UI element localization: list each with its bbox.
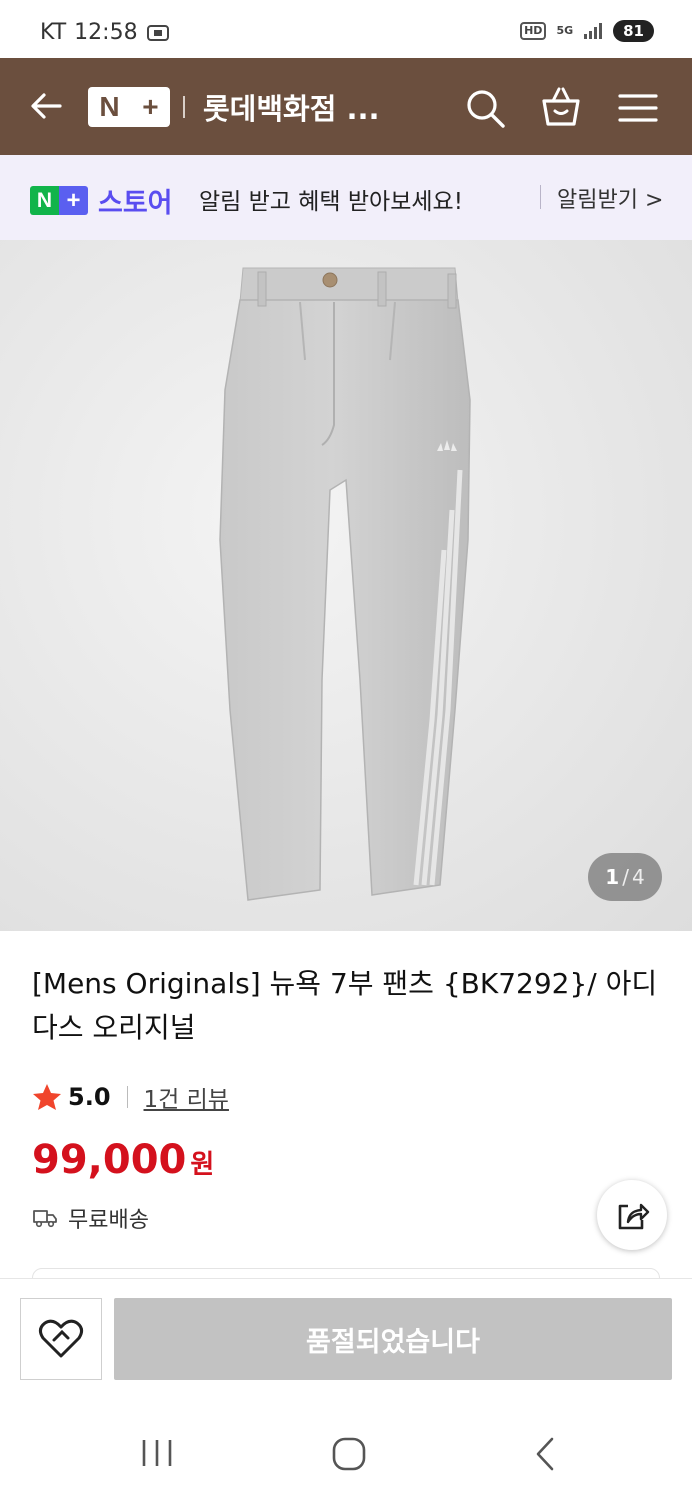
store-label: 스토어 — [98, 188, 173, 219]
search-icon[interactable] — [463, 86, 507, 130]
back-icon[interactable] — [530, 1436, 560, 1472]
logo-n-green: N — [30, 186, 59, 215]
shopping-bag-icon[interactable] — [538, 84, 584, 130]
banner-divider — [540, 185, 541, 209]
wishlist-button[interactable] — [20, 1298, 102, 1380]
shipping-label: 무료배송 — [68, 1208, 149, 1233]
delivery-truck-icon — [33, 1210, 57, 1228]
logo-plus: + — [142, 91, 159, 122]
notification-subscribe-link[interactable]: 알림받기 > — [557, 182, 663, 214]
logo-n: N — [99, 91, 120, 122]
recent-apps-icon[interactable] — [140, 1438, 174, 1468]
network-5g-icon: 5G — [556, 24, 574, 37]
status-left: KT 12:58 — [40, 20, 170, 45]
header-divider — [183, 96, 185, 118]
rating-row: 5.0 1건 리뷰 — [32, 1080, 229, 1114]
rating-score: 5.0 — [68, 1083, 111, 1111]
banner-message: 알림 받고 혜택 받아보세요! — [199, 189, 463, 215]
image-page-counter: 1 / 4 — [588, 853, 662, 901]
price-unit: 원 — [190, 1150, 215, 1180]
shipping-info: 무료배송 — [32, 1202, 149, 1234]
signal-icon — [584, 23, 603, 39]
share-icon — [618, 1203, 650, 1230]
share-button[interactable] — [597, 1180, 667, 1250]
image-current-index: 1 — [605, 865, 620, 889]
product-image-gallery[interactable] — [0, 240, 692, 931]
system-navigation-bar — [0, 1400, 692, 1500]
screen-capture-icon — [146, 24, 169, 41]
product-title: [Mens Originals] 뉴욕 7부 팬츠 {BK7292}/ 아디다스… — [32, 967, 658, 1044]
sold-out-button[interactable]: 품절되었습니다 — [114, 1298, 672, 1380]
clock: 12:58 — [74, 20, 138, 45]
naver-plus-logo[interactable]: N + — [88, 87, 170, 127]
star-icon — [33, 1084, 61, 1110]
review-count-link[interactable]: 1건 리뷰 — [144, 1080, 229, 1114]
store-title[interactable]: 롯데백화점 ... — [203, 86, 380, 128]
pants-product-image — [219, 267, 471, 901]
logo-plus-purple: + — [59, 186, 88, 215]
rating-divider — [126, 1086, 128, 1108]
purchase-action-bar: 품절되었습니다 — [0, 1278, 692, 1400]
price-value: 99,000 — [32, 1137, 187, 1183]
image-separator: / — [622, 865, 629, 889]
battery-indicator: 81 — [613, 20, 654, 42]
price: 99,000 원 — [32, 1137, 214, 1183]
carrier-label: KT — [40, 20, 67, 45]
heart-icon — [38, 1319, 84, 1358]
status-bar: KT 12:58 HD 5G 81 — [0, 0, 692, 58]
home-icon[interactable] — [331, 1436, 367, 1472]
store-notification-banner[interactable]: N + 스토어 알림 받고 혜택 받아보세요! 알림받기 > — [0, 155, 692, 240]
naver-plus-store-logo: N + 스토어 — [30, 181, 173, 220]
hd-voice-icon: HD — [520, 22, 547, 40]
app-header: N + 롯데백화점 ... — [0, 58, 692, 155]
status-right: HD 5G 81 — [520, 20, 654, 42]
back-arrow-icon[interactable] — [26, 86, 66, 126]
hamburger-menu-icon[interactable] — [616, 88, 660, 128]
image-total-count: 4 — [631, 865, 645, 889]
